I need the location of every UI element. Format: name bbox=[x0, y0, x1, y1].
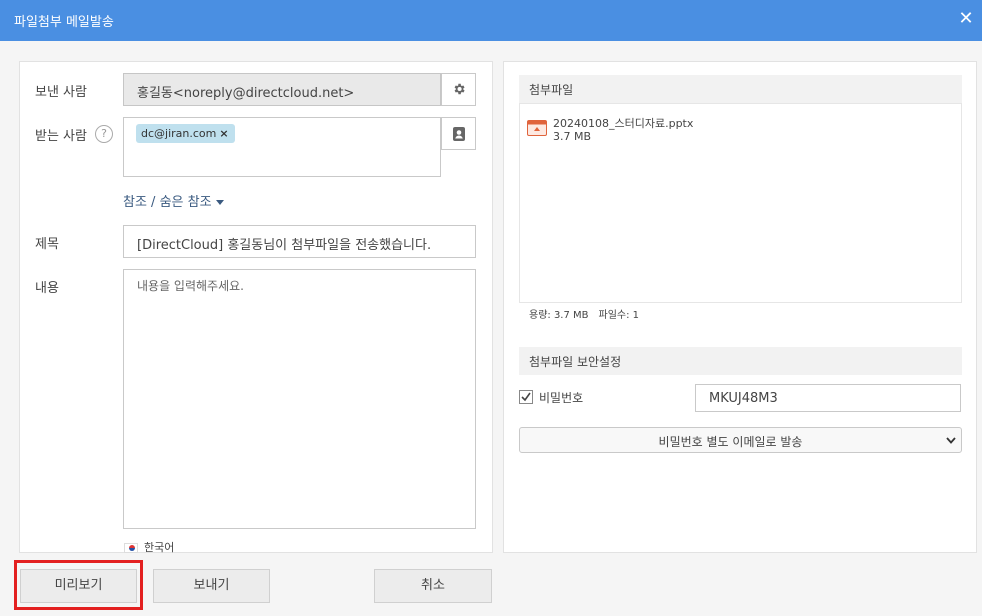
caret-down-icon bbox=[215, 200, 224, 205]
delivery-option: 비밀번호 별도 이메일로 발송 bbox=[658, 435, 803, 449]
subject-input[interactable]: [DirectCloud] 홍길동님이 첨부파일을 전송했습니다. bbox=[123, 225, 476, 258]
close-icon[interactable]: ✕ bbox=[956, 8, 976, 30]
attachment-panel: 첨부파일 20240108_스터디자료.pptx 3.7 MB 용량: 3.7 … bbox=[503, 61, 977, 553]
attachments-title: 첨부파일 bbox=[529, 83, 574, 97]
cancel-button[interactable]: 취소 bbox=[374, 569, 492, 603]
remove-recipient-icon[interactable]: × bbox=[219, 127, 228, 140]
address-book-button[interactable] bbox=[441, 117, 476, 150]
sender-settings-button[interactable] bbox=[441, 73, 476, 106]
dialog-titlebar: 파일첨부 메일발송 ✕ bbox=[0, 0, 982, 41]
quota-count: 파일수: 1 bbox=[598, 310, 640, 321]
korea-flag-icon bbox=[124, 543, 138, 553]
preview-button[interactable]: 미리보기 bbox=[20, 569, 137, 603]
password-value: MKUJ48M3 bbox=[709, 391, 778, 406]
recipient-email: dc@jiran.com bbox=[141, 127, 217, 140]
cc-bcc-label: 참조 / 숨은 참조 bbox=[123, 195, 212, 210]
file-name: 20240108_스터디자료.pptx bbox=[553, 117, 694, 130]
language-selector[interactable]: 한국어 bbox=[124, 539, 174, 555]
attachment-list: 20240108_스터디자료.pptx 3.7 MB bbox=[519, 103, 962, 303]
help-icon[interactable]: ? bbox=[95, 125, 113, 143]
language-label: 한국어 bbox=[144, 541, 175, 554]
body-textarea[interactable]: 내용을 입력해주세요. bbox=[123, 269, 476, 529]
password-checkbox[interactable] bbox=[519, 390, 533, 404]
password-delivery-select[interactable]: 비밀번호 별도 이메일로 발송 bbox=[519, 427, 962, 453]
from-label: 보낸 사람 bbox=[35, 85, 87, 100]
recipient-chip: dc@jiran.com × bbox=[136, 124, 235, 143]
send-button[interactable]: 보내기 bbox=[153, 569, 270, 603]
from-value: 홍길동<noreply@directcloud.net> bbox=[137, 86, 355, 101]
security-header: 첨부파일 보안설정 bbox=[519, 347, 962, 375]
chevron-down-icon bbox=[946, 437, 956, 444]
security-title: 첨부파일 보안설정 bbox=[529, 355, 622, 369]
gear-icon bbox=[454, 83, 465, 95]
dialog-content: 보낸 사람 홍길동<noreply@directcloud.net> 받는 사람… bbox=[0, 41, 982, 616]
from-field: 홍길동<noreply@directcloud.net> bbox=[123, 73, 441, 106]
pptx-file-icon bbox=[527, 120, 547, 136]
attachments-header: 첨부파일 bbox=[519, 75, 962, 103]
password-label: 비밀번호 bbox=[539, 391, 584, 405]
body-label: 내용 bbox=[35, 281, 59, 296]
cc-bcc-toggle[interactable]: 참조 / 숨은 참조 bbox=[123, 191, 224, 210]
address-book-icon bbox=[453, 127, 465, 141]
quota-info: 용량: 3.7 MB 파일수: 1 bbox=[529, 306, 639, 321]
mail-form-panel: 보낸 사람 홍길동<noreply@directcloud.net> 받는 사람… bbox=[19, 61, 493, 555]
password-input[interactable]: MKUJ48M3 bbox=[695, 384, 961, 412]
recipient-field[interactable]: dc@jiran.com × bbox=[123, 117, 441, 177]
body-placeholder: 내용을 입력해주세요. bbox=[137, 279, 244, 293]
to-label: 받는 사람 bbox=[35, 129, 87, 144]
subject-label: 제목 bbox=[35, 237, 59, 252]
file-size: 3.7 MB bbox=[553, 130, 592, 143]
checkmark-icon bbox=[521, 392, 531, 402]
quota-usage: 용량: 3.7 MB bbox=[529, 310, 589, 321]
subject-value: [DirectCloud] 홍길동님이 첨부파일을 전송했습니다. bbox=[137, 238, 432, 253]
dialog-title: 파일첨부 메일발송 bbox=[14, 15, 114, 30]
